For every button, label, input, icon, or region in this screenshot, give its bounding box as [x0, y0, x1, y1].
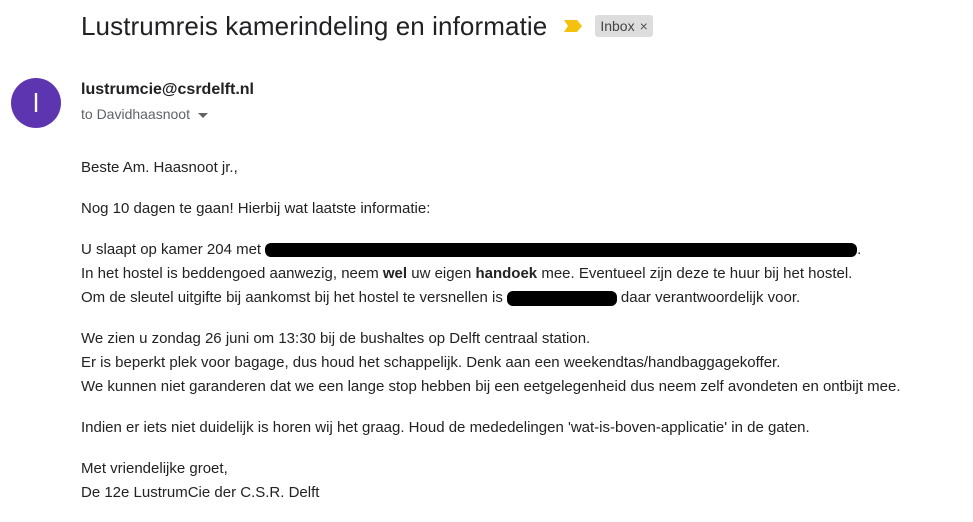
- closing-text: Met vriendelijke groet,: [81, 460, 228, 477]
- sender-avatar[interactable]: l: [11, 78, 61, 128]
- questions-text: Indien er iets niet duidelijk is horen w…: [81, 419, 810, 436]
- closing-paragraph: Met vriendelijke groet, De 12e LustrumCi…: [81, 457, 973, 505]
- redacted-roommates: [265, 243, 858, 258]
- key-line-end: daar verantwoordelijk voor.: [620, 289, 801, 306]
- bedding-text-emphasis-handoek: handoek: [475, 265, 538, 282]
- redacted-responsible-person: [506, 290, 617, 306]
- intro-text: Nog 10 dagen te gaan! Hierbij wat laatst…: [81, 200, 431, 217]
- bedding-text-e: mee. Eventueel zijn deze te huur bij het…: [537, 265, 853, 282]
- show-details-icon[interactable]: [197, 112, 208, 118]
- important-marker-icon[interactable]: [563, 19, 583, 33]
- room-line-end: .: [857, 241, 862, 258]
- remove-label-icon[interactable]: ×: [640, 18, 648, 34]
- greeting-paragraph: Beste Am. Haasnoot jr.,: [81, 156, 973, 180]
- travel-meeting-line: We zien u zondag 26 juni om 13:30 bij de…: [81, 330, 591, 347]
- room-line-text: U slaapt op kamer 204 met: [81, 241, 262, 258]
- greeting-text: Beste Am. Haasnoot jr.,: [81, 159, 238, 176]
- key-line: Om de sleutel uitgifte bij aankomst bij …: [81, 286, 973, 310]
- questions-paragraph: Indien er iets niet duidelijk is horen w…: [81, 416, 973, 440]
- inbox-label-chip: Inbox ×: [595, 15, 653, 37]
- subject-row: Lustrumreis kamerindeling en informatie …: [81, 8, 653, 44]
- travel-luggage-line: Er is beperkt plek voor bagage, dus houd…: [81, 354, 781, 371]
- sender-email[interactable]: lustrumcie@csrdelft.nl: [81, 81, 254, 99]
- travel-paragraph: We zien u zondag 26 juni om 13:30 bij de…: [81, 327, 973, 399]
- recipient-text: to Davidhaasnoot: [81, 106, 190, 122]
- travel-food-line: We kunnen niet garanderen dat we een lan…: [81, 378, 901, 395]
- bedding-text-a: In het hostel is beddengoed aanwezig, ne…: [81, 265, 383, 282]
- signature-text: De 12e LustrumCie der C.S.R. Delft: [81, 484, 320, 501]
- bedding-line: In het hostel is beddengoed aanwezig, ne…: [81, 262, 973, 286]
- inbox-label-text: Inbox: [600, 18, 635, 34]
- bedding-text-emphasis-wel: wel: [382, 265, 408, 282]
- room-line: U slaapt op kamer 204 met.: [81, 238, 973, 262]
- room-paragraph: U slaapt op kamer 204 met. In het hostel…: [81, 238, 973, 310]
- recipient-row: to Davidhaasnoot: [81, 106, 208, 122]
- email-subject: Lustrumreis kamerindeling en informatie: [81, 10, 548, 41]
- bedding-text-c: uw eigen: [407, 265, 476, 282]
- intro-paragraph: Nog 10 dagen te gaan! Hierbij wat laatst…: [81, 197, 973, 221]
- email-body: Beste Am. Haasnoot jr., Nog 10 dagen te …: [81, 156, 973, 522]
- key-line-text: Om de sleutel uitgifte bij aankomst bij …: [81, 289, 503, 306]
